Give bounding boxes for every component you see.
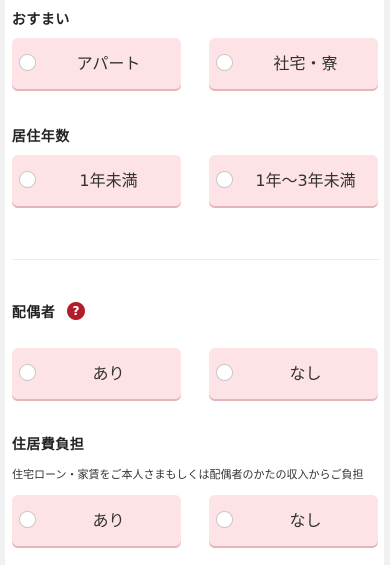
option-label: あり [92,364,125,383]
radio-circle-icon[interactable] [19,364,36,381]
option-label: あり [92,511,125,530]
spouse-option-no[interactable]: なし [209,348,378,399]
radio-circle-icon[interactable] [216,171,233,188]
spouse-title: 配偶者 [12,305,56,321]
housing-cost-option-no[interactable]: なし [209,495,378,546]
option-label: なし [289,511,322,530]
housing-cost-title: 住居費負担 [12,437,85,453]
housing-cost-note: 住宅ローン・家賃をご本人さまもしくは配偶者のかたの収入からご負担 [12,468,364,481]
residence-option-apartment[interactable]: アパート [12,38,181,89]
radio-circle-icon[interactable] [216,364,233,381]
radio-circle-icon[interactable] [19,54,36,71]
option-label: アパート [76,54,141,73]
housing-cost-option-yes[interactable]: あり [12,495,181,546]
spouse-option-yes[interactable]: あり [12,348,181,399]
radio-circle-icon[interactable] [19,171,36,188]
years-option-under-1[interactable]: 1年未満 [12,155,181,206]
left-edge [0,0,5,565]
years-title: 居住年数 [12,129,70,145]
radio-circle-icon[interactable] [216,511,233,528]
radio-circle-icon[interactable] [19,511,36,528]
residence-title: おすまい [12,12,70,28]
section-divider [12,259,380,260]
loan-application-form: おすまい アパート 社宅・寮 居住年数 1年未満 1年〜3年未満 配偶者 ? あ… [0,0,390,565]
option-label: 1年〜3年未満 [255,171,356,190]
right-edge [384,0,390,565]
help-icon[interactable]: ? [67,302,85,320]
option-label: 社宅・寮 [273,54,338,73]
option-label: 1年未満 [79,171,138,190]
years-option-1-to-3[interactable]: 1年〜3年未満 [209,155,378,206]
residence-option-company-housing[interactable]: 社宅・寮 [209,38,378,89]
option-label: なし [289,364,322,383]
radio-circle-icon[interactable] [216,54,233,71]
